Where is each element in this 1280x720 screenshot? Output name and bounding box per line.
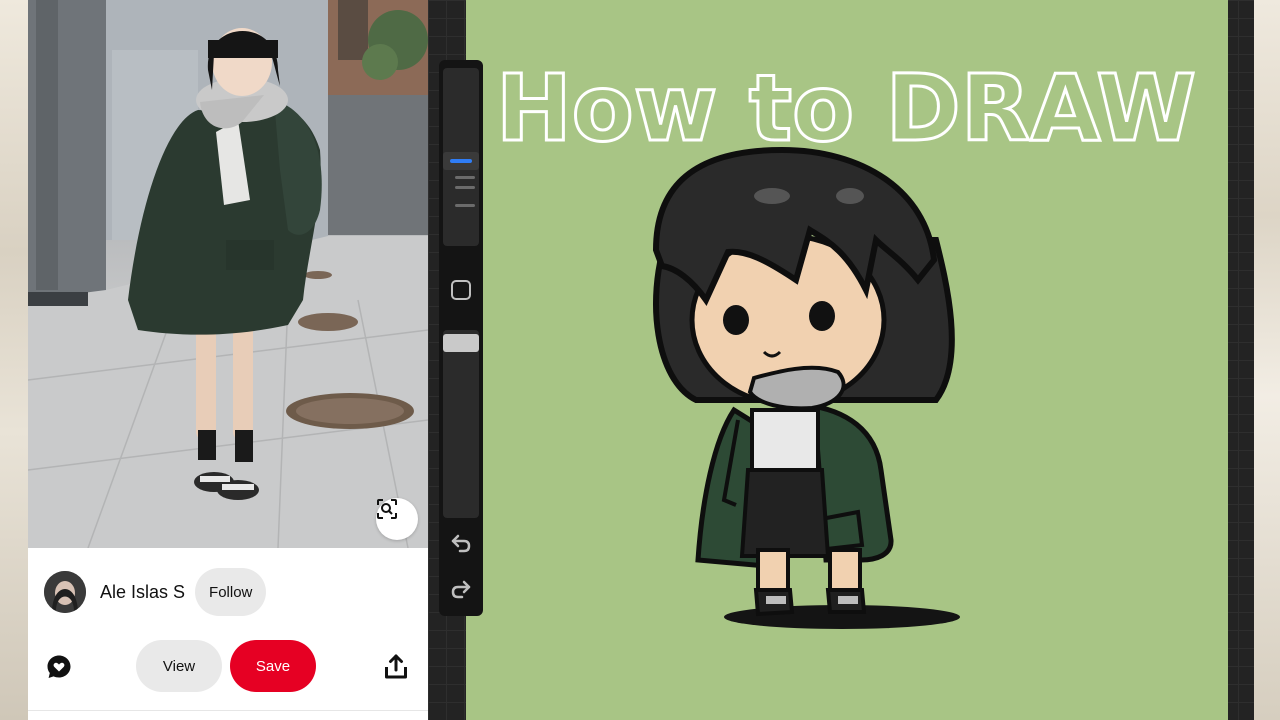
undo-icon[interactable] (449, 532, 473, 554)
brush-opacity-slider[interactable] (443, 330, 479, 518)
reference-photo-illustration (28, 0, 428, 548)
redo-icon[interactable] (449, 578, 473, 600)
panel-divider (28, 710, 428, 711)
brush-size-indicator (450, 159, 472, 163)
side-toolbar (439, 60, 483, 616)
author-avatar[interactable] (44, 571, 86, 613)
slider-tick (455, 176, 475, 179)
save-button[interactable]: Save (230, 640, 316, 692)
blurred-backdrop-right (1252, 0, 1280, 720)
slider-tick (455, 186, 475, 189)
pin-action-row: View Save (28, 640, 428, 692)
pin-panel: Ale Islas S Follow View Save (28, 0, 428, 720)
pin-reference-photo[interactable] (28, 0, 428, 548)
canvas-title-lettering: How to DRAW (496, 55, 1196, 162)
author-name[interactable]: Ale Islas S (100, 582, 185, 603)
canvas-artwork: How to DRAW (495, 54, 1198, 629)
slider-tick (455, 204, 475, 207)
drawing-canvas[interactable]: How to DRAW (466, 0, 1228, 720)
modify-square-icon[interactable] (451, 280, 471, 300)
brush-size-thumb[interactable] (443, 152, 479, 170)
author-row: Ale Islas S Follow (44, 568, 267, 616)
follow-button[interactable]: Follow (195, 568, 267, 616)
visual-search-button[interactable] (376, 498, 418, 540)
brush-opacity-thumb[interactable] (443, 334, 479, 352)
comment-heart-icon[interactable] (46, 654, 72, 680)
share-icon[interactable] (384, 654, 408, 680)
screen: Ale Islas S Follow View Save How to DRAW (0, 0, 1280, 720)
visual-search-icon (377, 499, 397, 519)
blurred-backdrop-left (0, 0, 28, 720)
brush-size-slider[interactable] (443, 68, 479, 246)
view-button[interactable]: View (136, 640, 222, 692)
avatar-portrait (44, 571, 86, 613)
